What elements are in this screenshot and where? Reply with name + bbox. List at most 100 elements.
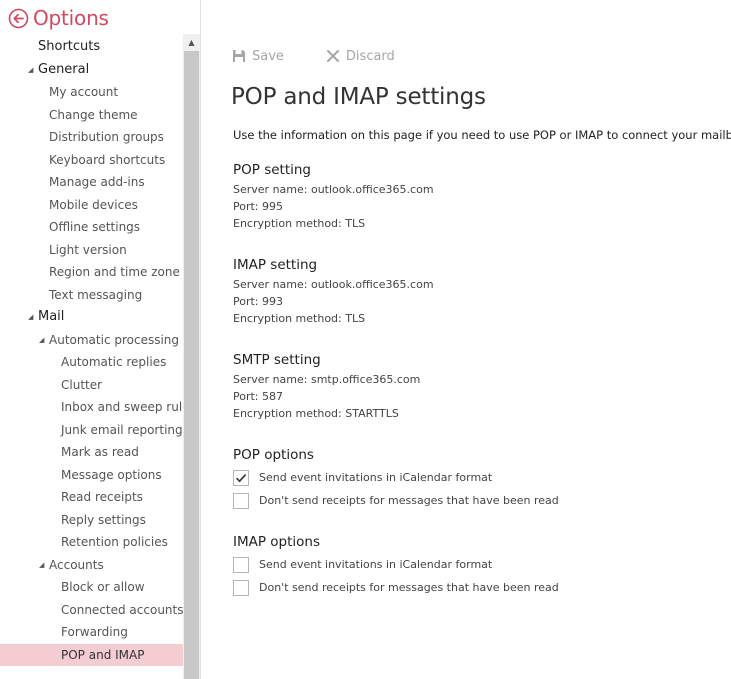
scroll-thumb[interactable] bbox=[184, 51, 199, 679]
checkmark-icon bbox=[235, 473, 247, 482]
nav-item-offline-settings[interactable]: Offline settings bbox=[0, 216, 183, 239]
pop-icalendar-checkbox[interactable] bbox=[233, 469, 249, 486]
nav-item-label: Automatic processing bbox=[49, 332, 180, 347]
pop-no-read-receipts-checkbox[interactable] bbox=[233, 492, 249, 509]
nav-item-label: Clutter bbox=[61, 377, 103, 392]
save-label: Save bbox=[252, 48, 284, 64]
nav-item-label: Junk email reporting bbox=[61, 422, 183, 437]
nav-item-region-and-time-zone[interactable]: Region and time zone bbox=[0, 261, 183, 284]
imap-no-read-receipts-checkbox[interactable] bbox=[233, 579, 249, 596]
imap-setting-title: IMAP setting bbox=[233, 257, 318, 273]
smtp-encryption: Encryption method: STARTTLS bbox=[233, 407, 399, 420]
options-back-button[interactable]: Options bbox=[8, 4, 109, 32]
nav-item-mark-as-read[interactable]: Mark as read bbox=[0, 441, 183, 464]
nav-item-label: Connected accounts bbox=[61, 602, 184, 617]
save-button[interactable]: Save bbox=[232, 49, 284, 64]
nav-item-label: Offline settings bbox=[49, 220, 141, 234]
nav-item-automatic-replies[interactable]: Automatic replies bbox=[0, 351, 183, 374]
nav-item-automatic-processing[interactable]: ◢ Automatic processing bbox=[0, 329, 183, 352]
expanded-caret-icon[interactable]: ◢ bbox=[39, 329, 49, 352]
pop-setting-section: POP setting Server name: outlook.office3… bbox=[233, 160, 434, 232]
imap-no-read-receipts-option[interactable]: Don't send receipts for messages that ha… bbox=[233, 576, 559, 599]
back-arrow-icon bbox=[8, 8, 29, 29]
nav-item-label: Reply settings bbox=[61, 512, 146, 527]
imap-setting-section: IMAP setting Server name: outlook.office… bbox=[233, 255, 434, 327]
nav-item-general[interactable]: ◢ General bbox=[0, 59, 183, 82]
pop-setting-title: POP setting bbox=[233, 162, 312, 178]
scroll-up-arrow-icon[interactable]: ▲ bbox=[183, 34, 200, 51]
nav-item-light-version[interactable]: Light version bbox=[0, 239, 183, 262]
imap-port: Port: 993 bbox=[233, 295, 284, 308]
nav-item-change-theme[interactable]: Change theme bbox=[0, 104, 183, 127]
imap-options-title: IMAP options bbox=[233, 534, 321, 550]
nav-item-distribution-groups[interactable]: Distribution groups bbox=[0, 126, 183, 149]
nav-item-read-receipts[interactable]: Read receipts bbox=[0, 486, 183, 509]
imap-icalendar-label: Send event invitations in iCalendar form… bbox=[259, 558, 493, 571]
save-icon bbox=[232, 49, 246, 63]
pop-icalendar-option[interactable]: Send event invitations in iCalendar form… bbox=[233, 466, 559, 489]
nav-item-pop-and-imap[interactable]: POP and IMAP bbox=[0, 643, 183, 666]
imap-options-section: IMAP options Send event invitations in i… bbox=[233, 532, 559, 599]
nav-item-label: Retention policies bbox=[61, 535, 168, 549]
pop-icalendar-label: Send event invitations in iCalendar form… bbox=[259, 471, 493, 484]
nav-item-block-or-allow[interactable]: Block or allow bbox=[0, 576, 183, 599]
nav-item-junk-email-reporting[interactable]: Junk email reporting bbox=[0, 419, 183, 442]
nav-item-forwarding[interactable]: Forwarding bbox=[0, 621, 183, 644]
expanded-caret-icon[interactable]: ◢ bbox=[28, 306, 38, 329]
nav-item-label: POP and IMAP bbox=[61, 647, 145, 662]
nav-item-label: Block or allow bbox=[61, 580, 145, 594]
nav-item-reply-settings[interactable]: Reply settings bbox=[0, 509, 183, 532]
nav-item-label: Keyboard shortcuts bbox=[49, 152, 166, 167]
nav-item-accounts[interactable]: ◢ Accounts bbox=[0, 554, 183, 577]
nav-tree: Shortcuts ◢ General My account Change theme D… bbox=[0, 36, 196, 666]
nav-item-keyboard-shortcuts[interactable]: Keyboard shortcuts bbox=[0, 149, 183, 172]
smtp-setting-section: SMTP setting Server name: smtp.office365… bbox=[233, 350, 420, 422]
nav-item-label: Change theme bbox=[49, 107, 138, 122]
nav-item-label: Forwarding bbox=[61, 625, 128, 639]
imap-icalendar-checkbox[interactable] bbox=[233, 556, 249, 573]
discard-button[interactable]: Discard bbox=[326, 49, 395, 64]
pop-no-read-receipts-label: Don't send receipts for messages that ha… bbox=[259, 494, 559, 507]
imap-no-read-receipts-label: Don't send receipts for messages that ha… bbox=[259, 581, 559, 594]
nav-item-label: Mail bbox=[38, 309, 65, 324]
nav-item-text-messaging[interactable]: Text messaging bbox=[0, 284, 183, 307]
nav-item-clutter[interactable]: Clutter bbox=[0, 374, 183, 397]
toolbar: Save Discard bbox=[232, 46, 437, 66]
nav-item-retention-policies[interactable]: Retention policies bbox=[0, 531, 183, 554]
nav-item-label: Manage add-ins bbox=[49, 175, 145, 189]
nav-item-label: Mark as read bbox=[61, 445, 139, 459]
nav-item-message-options[interactable]: Message options bbox=[0, 464, 183, 487]
pop-no-read-receipts-option[interactable]: Don't send receipts for messages that ha… bbox=[233, 489, 559, 512]
nav-item-label: Read receipts bbox=[61, 490, 143, 504]
nav-item-mail[interactable]: ◢ Mail bbox=[0, 306, 183, 329]
nav-item-label: Distribution groups bbox=[49, 130, 164, 144]
nav-item-label: General bbox=[38, 61, 90, 77]
nav-item-my-account[interactable]: My account bbox=[0, 81, 183, 104]
discard-x-icon bbox=[326, 49, 340, 63]
discard-label: Discard bbox=[345, 48, 395, 64]
nav-scrollbar[interactable]: ▲ bbox=[183, 34, 200, 679]
nav-item-shortcuts[interactable]: Shortcuts bbox=[0, 36, 183, 59]
pop-server-name: Server name: outlook.office365.com bbox=[233, 183, 434, 196]
smtp-port: Port: 587 bbox=[233, 390, 284, 403]
imap-encryption: Encryption method: TLS bbox=[233, 312, 366, 325]
nav-item-inbox-and-sweep-rules[interactable]: Inbox and sweep rules bbox=[0, 396, 196, 419]
nav-item-manage-add-ins[interactable]: Manage add-ins bbox=[0, 171, 183, 194]
nav-item-label: Mobile devices bbox=[49, 197, 138, 212]
nav-item-label: Text messaging bbox=[49, 287, 143, 302]
imap-icalendar-option[interactable]: Send event invitations in iCalendar form… bbox=[233, 553, 559, 576]
imap-server-name: Server name: outlook.office365.com bbox=[233, 278, 434, 291]
nav-item-mobile-devices[interactable]: Mobile devices bbox=[0, 194, 183, 217]
nav-item-connected-accounts[interactable]: Connected accounts bbox=[0, 599, 184, 622]
intro-text: Use the information on this page if you … bbox=[233, 128, 731, 142]
options-title: Options bbox=[33, 6, 109, 30]
expanded-caret-icon[interactable]: ◢ bbox=[39, 554, 49, 577]
nav-item-label: Light version bbox=[49, 242, 127, 257]
nav-item-label: Automatic replies bbox=[61, 355, 167, 369]
nav-item-label: Inbox and sweep rules bbox=[61, 400, 196, 414]
pop-encryption: Encryption method: TLS bbox=[233, 217, 366, 230]
nav-item-label: Shortcuts bbox=[38, 39, 101, 54]
expanded-caret-icon[interactable]: ◢ bbox=[28, 59, 38, 82]
page-title: POP and IMAP settings bbox=[231, 84, 486, 110]
smtp-setting-title: SMTP setting bbox=[233, 352, 321, 368]
